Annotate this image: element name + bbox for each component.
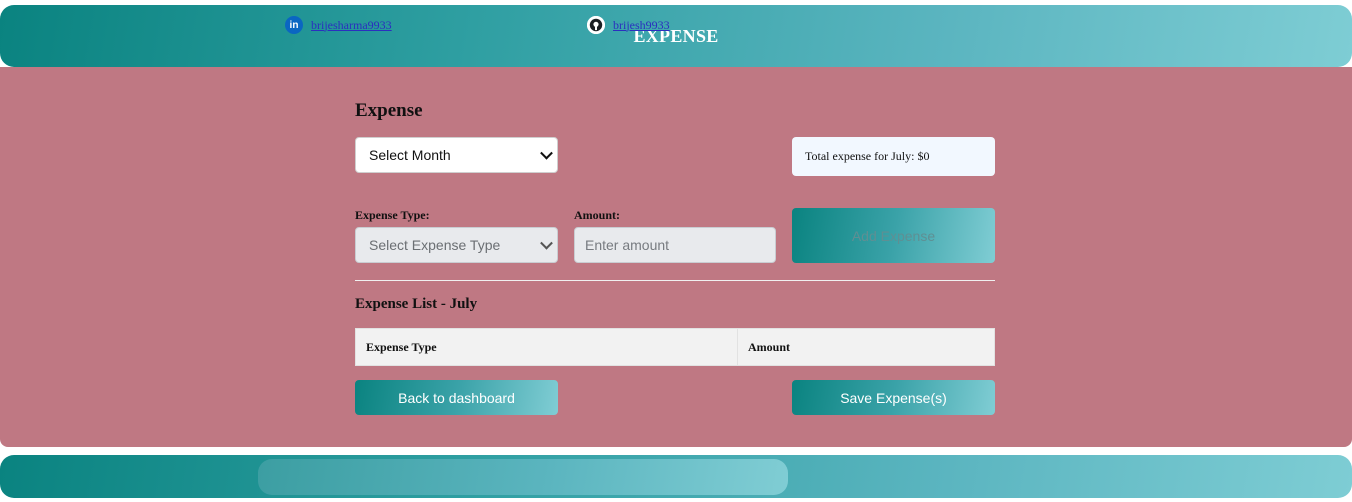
add-expense-button[interactable]: Add Expense xyxy=(792,208,995,263)
expense-type-label: Expense Type: xyxy=(355,208,430,222)
month-select-value: Select Month xyxy=(369,147,451,163)
github-link-group: brijesh9933 xyxy=(587,16,670,34)
divider xyxy=(355,280,995,281)
linkedin-link-group: in brijesharma9933 xyxy=(285,16,392,34)
github-link[interactable]: brijesh9933 xyxy=(613,18,670,33)
total-expense-text: Total expense for July: $0 xyxy=(805,149,930,163)
github-icon[interactable] xyxy=(587,16,605,34)
back-to-dashboard-button[interactable]: Back to dashboard xyxy=(355,380,558,415)
amount-label: Amount: xyxy=(574,208,621,222)
expense-list-title: Expense List - July xyxy=(355,296,478,312)
amount-input[interactable] xyxy=(574,227,776,263)
column-header-expense-type: Expense Type xyxy=(355,328,738,366)
expense-type-select-value: Select Expense Type xyxy=(369,237,501,253)
total-expense-box: Total expense for July: $0 xyxy=(792,137,995,176)
linkedin-icon[interactable]: in xyxy=(285,16,303,34)
app-header: EXPENSE xyxy=(0,5,1352,67)
expense-panel: Expense Select Month Total expense for J… xyxy=(0,67,1352,447)
expense-table: Expense Type Amount xyxy=(355,328,995,366)
table-header-row: Expense Type Amount xyxy=(355,328,995,366)
expense-type-select[interactable]: Select Expense Type xyxy=(355,227,558,263)
save-expenses-button[interactable]: Save Expense(s) xyxy=(792,380,995,415)
footer xyxy=(0,455,1352,498)
linkedin-link[interactable]: brijesharma9933 xyxy=(311,18,392,33)
chevron-down-icon xyxy=(540,146,553,160)
section-title: Expense xyxy=(355,100,423,121)
footer-links-panel xyxy=(258,459,788,495)
chevron-down-icon xyxy=(540,236,553,250)
column-header-amount: Amount xyxy=(737,328,995,366)
month-select[interactable]: Select Month xyxy=(355,137,558,173)
